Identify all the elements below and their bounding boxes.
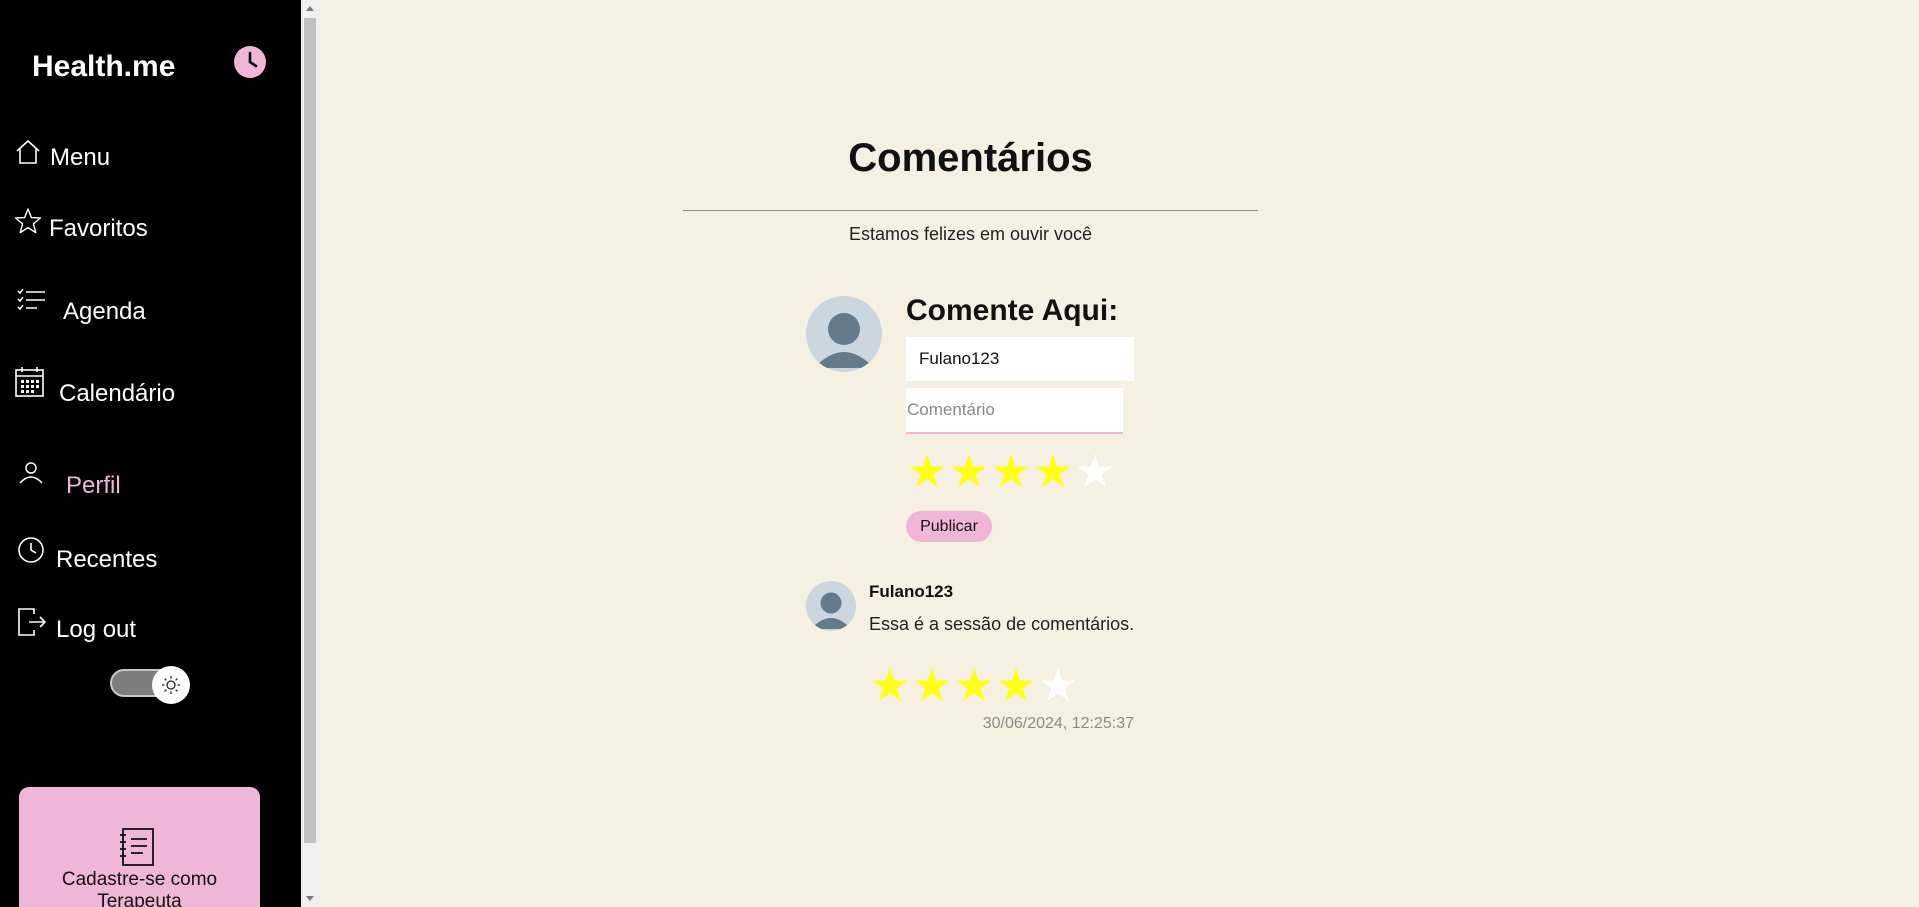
register-therapist-card[interactable]: Cadastre-se como Terapeuta	[19, 787, 260, 907]
comment-timestamp: 30/06/2024, 12:25:37	[982, 715, 1134, 732]
comment-rating: ★ ★ ★ ★ ★	[869, 662, 1079, 708]
name-field[interactable]	[906, 337, 1134, 381]
sidebar: Health.me Menu Favoritos Agenda Calendár…	[0, 0, 301, 907]
star-icon[interactable]: ★	[906, 448, 948, 494]
cta-label: Cadastre-se como Terapeuta	[61, 869, 218, 907]
sidebar-item-recentes[interactable]: Recentes	[17, 536, 157, 574]
star-icon: ★	[995, 658, 1037, 712]
form-heading: Comente Aqui:	[906, 294, 1119, 327]
logout-icon	[17, 607, 47, 637]
sidebar-item-label: Perfil	[66, 472, 121, 499]
calendar-icon	[15, 366, 45, 397]
page-title: Comentários	[848, 136, 1093, 180]
star-icon[interactable]: ★	[990, 448, 1032, 494]
sidebar-item-label: Log out	[56, 616, 137, 643]
sidebar-item-agenda[interactable]: Agenda	[17, 288, 146, 326]
brand-logo: Health.me	[32, 50, 176, 83]
comment-text: Essa é a sessão de comentários.	[869, 614, 1135, 634]
sidebar-item-logout[interactable]: Log out	[17, 607, 136, 644]
sidebar-item-label: Menu	[50, 144, 111, 171]
scroll-down-arrow[interactable]	[306, 896, 314, 901]
theme-toggle[interactable]	[110, 666, 190, 704]
avatar	[806, 296, 882, 372]
star-icon: ★	[869, 658, 911, 712]
sidebar-scrollbar[interactable]	[301, 0, 319, 907]
sidebar-item-calendario[interactable]: Calendário	[15, 366, 175, 408]
star-icon[interactable]: ★	[1074, 448, 1116, 494]
publish-button[interactable]: Publicar	[906, 511, 992, 542]
sidebar-item-label: Favoritos	[49, 215, 148, 242]
clock-icon[interactable]	[234, 46, 266, 78]
user-icon	[18, 461, 48, 491]
sidebar-item-label: Agenda	[63, 298, 146, 325]
comment-avatar	[806, 581, 856, 631]
notebook-icon	[119, 827, 155, 872]
sun-icon	[152, 666, 190, 704]
star-icon: ★	[953, 658, 995, 712]
clock-icon	[17, 536, 47, 566]
scroll-up-arrow[interactable]	[306, 6, 314, 11]
star-icon	[14, 207, 44, 237]
rating-stars-input[interactable]: ★ ★ ★ ★ ★	[906, 448, 1116, 494]
sidebar-item-label: Calendário	[59, 380, 176, 407]
home-icon	[14, 138, 44, 168]
checklist-icon	[17, 288, 47, 318]
comment-author: Fulano123	[869, 582, 954, 601]
sidebar-item-perfil[interactable]: Perfil	[18, 461, 121, 500]
sidebar-item-favoritos[interactable]: Favoritos	[14, 207, 148, 243]
star-icon: ★	[911, 658, 953, 712]
divider	[683, 210, 1258, 211]
sidebar-item-menu[interactable]: Menu	[14, 138, 110, 172]
star-icon[interactable]: ★	[948, 448, 990, 494]
comment-field[interactable]	[906, 388, 1123, 434]
page-subtitle: Estamos felizes em ouvir você	[848, 224, 1093, 244]
star-icon[interactable]: ★	[1032, 448, 1074, 494]
scroll-thumb[interactable]	[304, 18, 316, 843]
star-icon: ★	[1037, 658, 1079, 712]
sidebar-item-label: Recentes	[56, 546, 158, 573]
